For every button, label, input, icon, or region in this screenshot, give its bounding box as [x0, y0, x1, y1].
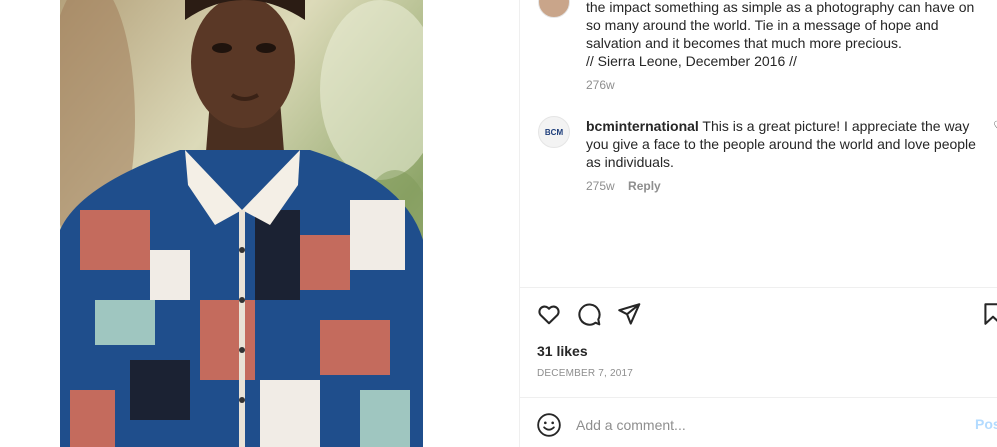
bookmark-icon[interactable]: [980, 301, 997, 327]
comment-input[interactable]: [576, 414, 956, 436]
commenter-avatar[interactable]: [538, 0, 570, 18]
comment-text: bcminternational This is a great picture…: [586, 117, 981, 171]
comment-line: so many around the world. Tie in a messa…: [586, 17, 939, 33]
comment-age[interactable]: 275w: [586, 179, 615, 193]
comment-like-icon[interactable]: ♡: [993, 118, 997, 135]
comment-bubble-icon[interactable]: [576, 301, 602, 327]
reply-button[interactable]: Reply: [628, 179, 661, 193]
post-photo-illustration: [60, 0, 423, 447]
add-comment-bar: Post: [520, 400, 997, 447]
emoji-icon[interactable]: [536, 412, 562, 438]
comment-line: // Sierra Leone, December 2016 //: [586, 53, 797, 69]
post-photo[interactable]: [60, 0, 423, 447]
comment-line: salvation and it becomes that much more …: [586, 35, 902, 51]
commenter-avatar[interactable]: BCM: [538, 116, 570, 148]
post-date[interactable]: DECEMBER 7, 2017: [537, 368, 633, 379]
comment-age[interactable]: 276w: [586, 78, 615, 92]
heart-icon[interactable]: [536, 301, 562, 327]
comment-text: the impact something as simple as a phot…: [586, 0, 981, 70]
actions-divider: [520, 287, 997, 288]
paper-plane-icon[interactable]: [616, 301, 642, 327]
likes-count[interactable]: 31 likes: [537, 343, 588, 359]
comment-box-divider: [520, 397, 997, 398]
post-comment-button[interactable]: Post: [975, 416, 997, 432]
avatar-logo-text: BCM: [544, 127, 564, 137]
comment-meta: 275w Reply: [586, 179, 661, 193]
comment-line: the impact something as simple as a phot…: [586, 0, 975, 15]
comment-username[interactable]: bcminternational: [586, 118, 699, 134]
comment-item: BCM bcminternational This is a great pic…: [520, 110, 997, 200]
comment-meta: 276w: [586, 78, 615, 92]
comment-item: the impact something as simple as a phot…: [520, 0, 997, 95]
